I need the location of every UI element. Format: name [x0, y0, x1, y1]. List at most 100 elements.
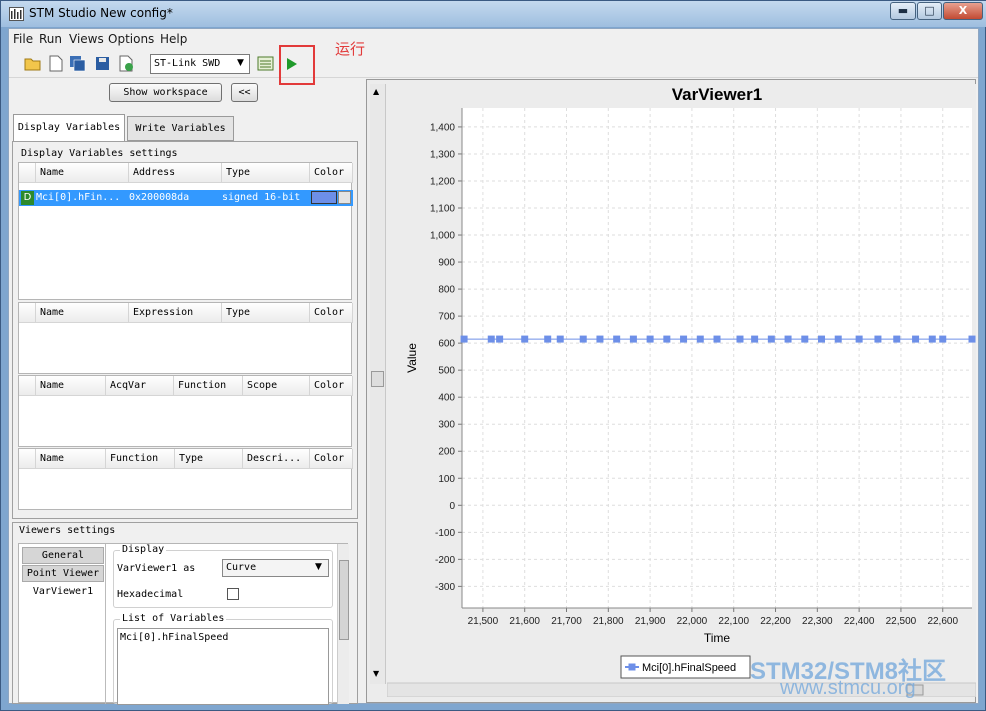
hexadecimal-checkbox[interactable] — [227, 588, 239, 600]
save-icon[interactable] — [94, 55, 111, 72]
viewer-tab-point-viewer[interactable]: Point Viewer — [22, 565, 104, 582]
y-tick-label: -100 — [435, 528, 455, 539]
divider — [105, 544, 106, 704]
arrow-down-icon[interactable]: ▼ — [373, 669, 379, 678]
column-header[interactable]: Color — [310, 303, 353, 323]
new-file-icon[interactable] — [47, 55, 64, 72]
y-tick-label: 600 — [438, 339, 455, 350]
collapse-button[interactable]: << — [231, 83, 258, 102]
column-header[interactable]: Function — [174, 376, 243, 396]
column-header[interactable]: Type — [222, 163, 310, 183]
data-point — [544, 335, 552, 343]
export-icon[interactable] — [117, 55, 134, 72]
y-axis-label: Value — [405, 343, 419, 373]
column-header[interactable]: Name — [36, 376, 106, 396]
viewers-settings-title: Viewers settings — [19, 525, 116, 536]
title-bar[interactable]: STM Studio New config* ▬ □ X — [1, 1, 986, 27]
functions-table: Name Function Type Descri... Color — [18, 448, 353, 510]
close-button[interactable]: X — [943, 2, 983, 20]
column-header[interactable]: Color — [310, 376, 353, 396]
data-point — [680, 335, 688, 343]
toolbar: ST-Link SWD ▼ 运行 — [9, 40, 978, 85]
column-header[interactable]: Address — [129, 163, 222, 183]
hexadecimal-label: Hexadecimal — [117, 589, 184, 600]
column-header[interactable]: Descri... — [243, 449, 310, 469]
y-tick-label: 500 — [438, 366, 455, 377]
show-workspace-button[interactable]: Show workspace — [109, 83, 222, 102]
column-header[interactable]: Type — [175, 449, 243, 469]
y-tick-label: 0 — [449, 501, 455, 512]
column-header[interactable]: Color — [310, 163, 353, 183]
x-tick-label: 21,700 — [551, 616, 582, 627]
column-header[interactable]: Scope — [243, 376, 310, 396]
settings-table-icon[interactable] — [257, 55, 274, 72]
viewer-type-value: Curve — [226, 562, 257, 573]
column-header[interactable]: Color — [310, 449, 353, 469]
open-folder-icon[interactable] — [24, 55, 41, 72]
table-row[interactable]: D Mci[0].hFin... 0x200008da signed 16-bi… — [19, 190, 353, 206]
column-header[interactable]: Name — [36, 303, 129, 323]
y-tick-label: 900 — [438, 258, 455, 269]
chevron-down-icon: ▼ — [237, 58, 244, 68]
scrollbar-thumb[interactable] — [339, 560, 349, 640]
x-tick-label: 22,000 — [677, 616, 708, 627]
y-tick-label: -200 — [435, 555, 455, 566]
column-header[interactable]: Type — [222, 303, 310, 323]
column-header[interactable]: Function — [106, 449, 175, 469]
variable-type: signed 16-bit — [222, 192, 301, 203]
data-point — [801, 335, 809, 343]
column-header[interactable]: Name — [36, 449, 106, 469]
probe-select-value: ST-Link SWD — [154, 58, 221, 69]
run-annotation: 运行 — [335, 40, 366, 58]
y-tick-label: -300 — [435, 582, 455, 593]
data-point — [596, 335, 604, 343]
menu-bar: File Run Views Options Help — [9, 29, 978, 49]
data-point — [613, 335, 621, 343]
column-header[interactable]: Expression — [129, 303, 222, 323]
tab-display-variables[interactable]: Display Variables — [13, 114, 125, 142]
maximize-button[interactable]: □ — [917, 2, 942, 20]
display-group-title: Display — [120, 544, 167, 555]
color-picker-button[interactable] — [338, 191, 351, 204]
menu-run[interactable]: Run — [39, 32, 62, 46]
minimize-button[interactable]: ▬ — [890, 2, 916, 20]
save-all-icon[interactable] — [69, 55, 86, 72]
scrollbar-thumb[interactable] — [371, 371, 384, 387]
viewers-settings-panel: Viewers settings General Point Viewer Va… — [12, 522, 358, 705]
client-area: File Run Views Options Help ST-Link SWD … — [8, 28, 979, 705]
viewer-tab-general[interactable]: General — [22, 547, 104, 564]
y-tick-label: 1,200 — [430, 176, 455, 187]
menu-options[interactable]: Options — [108, 32, 154, 46]
y-tick-label: 1,000 — [430, 231, 455, 242]
probe-select[interactable]: ST-Link SWD ▼ — [150, 54, 250, 74]
y-tick-label: 300 — [438, 420, 455, 431]
data-point — [629, 335, 637, 343]
data-point — [818, 335, 826, 343]
data-point — [893, 335, 901, 343]
left-vertical-scrollbar[interactable]: ▲ ▼ — [370, 84, 386, 684]
arrow-up-icon[interactable]: ▲ — [373, 87, 379, 96]
list-item[interactable]: Mci[0].hFinalSpeed — [120, 632, 228, 643]
menu-views[interactable]: Views — [69, 32, 104, 46]
column-header[interactable]: AcqVar — [106, 376, 174, 396]
column-header[interactable]: Name — [36, 163, 129, 183]
x-axis-label: Time — [704, 631, 731, 645]
variables-list: Mci[0].hFinalSpeed — [117, 628, 329, 705]
legend-marker — [628, 663, 636, 671]
color-swatch[interactable] — [311, 191, 337, 204]
viewers-scrollbar[interactable] — [337, 544, 349, 704]
menu-help[interactable]: Help — [160, 32, 187, 46]
acquisition-table: Name AcqVar Function Scope Color — [18, 375, 353, 447]
menu-file[interactable]: File — [13, 32, 33, 46]
data-point — [736, 335, 744, 343]
viewer-type-select[interactable]: Curve ▼ — [222, 559, 329, 577]
data-point — [767, 335, 775, 343]
run-play-icon[interactable] — [285, 56, 302, 73]
tab-write-variables[interactable]: Write Variables — [127, 116, 234, 141]
y-tick-label: 1,100 — [430, 204, 455, 215]
table-corner — [19, 303, 36, 323]
data-point — [751, 335, 759, 343]
display-group: Display VarViewer1 as Curve ▼ Hexadecima… — [113, 544, 333, 608]
viewer-tab-varviewer1[interactable]: VarViewer1 — [22, 584, 104, 601]
y-tick-label: 400 — [438, 393, 455, 404]
